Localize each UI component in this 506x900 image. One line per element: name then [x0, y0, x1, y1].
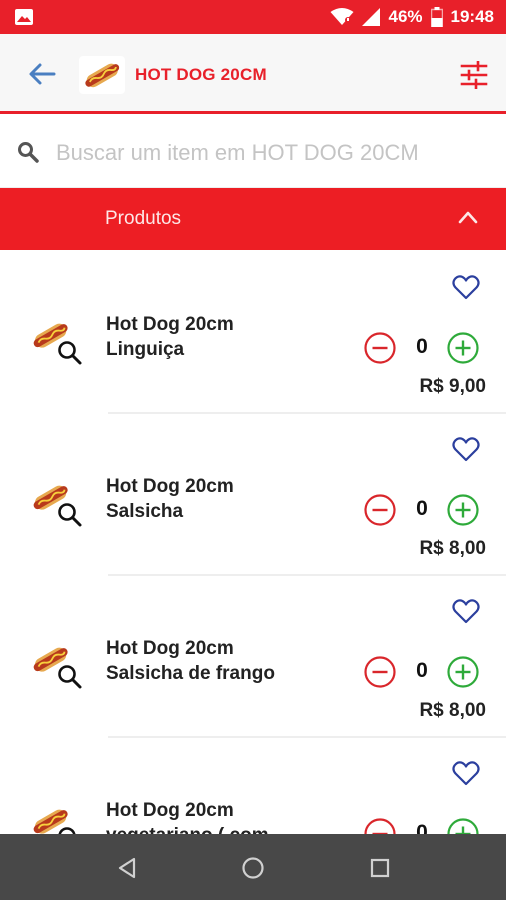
category-thumbnail [79, 56, 125, 94]
product-list[interactable]: Hot Dog 20cm Linguiça 0 R$ 9,00 Hot Dog … [0, 252, 506, 834]
product-name: Hot Dog 20cm Salsicha de frango [106, 636, 346, 686]
square-recent-icon[interactable] [368, 856, 392, 880]
search-input[interactable] [56, 133, 496, 173]
status-bar: 46% 19:48 [0, 0, 506, 34]
product-item[interactable]: Hot Dog 20cm Salsicha de frango 0 R$ 8,0… [0, 576, 506, 738]
product-price: R$ 8,00 [419, 700, 486, 721]
plus-circle-icon[interactable] [447, 332, 479, 364]
product-name-line1: Hot Dog 20cm [106, 476, 234, 497]
plus-circle-icon[interactable] [447, 494, 479, 526]
search-bar [0, 117, 506, 188]
quantity-value: 0 [416, 335, 428, 358]
battery-icon [430, 7, 443, 27]
minus-circle-icon[interactable] [364, 494, 396, 526]
product-name: Hot Dog 20cm vegetariano ( com [106, 798, 346, 834]
heart-outline-icon[interactable] [452, 436, 480, 462]
plus-circle-icon[interactable] [447, 656, 479, 688]
minus-circle-icon[interactable] [364, 656, 396, 688]
quantity-value: 0 [416, 497, 428, 520]
section-title: Produtos [105, 208, 182, 229]
product-zoom-icon[interactable] [30, 316, 84, 368]
battery-percent: 46% [388, 7, 423, 26]
product-name: Hot Dog 20cm Linguiça [106, 312, 346, 362]
quantity-value: 0 [416, 659, 428, 682]
heart-outline-icon[interactable] [452, 274, 480, 300]
product-item[interactable]: Hot Dog 20cm vegetariano ( com 0 [0, 738, 506, 834]
heart-outline-icon[interactable] [452, 760, 480, 786]
magnifier-icon [18, 142, 39, 163]
plus-circle-icon[interactable] [447, 818, 479, 834]
product-price: R$ 8,00 [419, 538, 486, 559]
product-name-line2: Linguiça [106, 339, 185, 360]
product-item[interactable]: Hot Dog 20cm Salsicha 0 R$ 8,00 [0, 414, 506, 576]
product-name-line1: Hot Dog 20cm [106, 638, 234, 659]
product-name-line2: vegetariano ( com [106, 823, 346, 834]
triangle-back-icon[interactable] [115, 856, 139, 880]
hot-dog-icon [85, 63, 120, 88]
sliders-icon[interactable] [460, 61, 488, 89]
minus-circle-icon[interactable] [364, 818, 396, 834]
chevron-up-icon[interactable] [458, 210, 478, 224]
product-zoom-icon[interactable] [30, 478, 84, 530]
arrow-left-icon[interactable] [28, 62, 56, 86]
product-zoom-icon[interactable] [30, 640, 84, 692]
clock: 19:48 [450, 7, 494, 26]
signal-icon [362, 8, 381, 26]
product-price: R$ 9,00 [419, 376, 486, 397]
page-title: HOT DOG 20CM [135, 65, 267, 84]
app-bar: HOT DOG 20CM [0, 34, 506, 114]
section-header-produtos[interactable]: Produtos [0, 188, 506, 250]
product-name-line2: Salsicha de frango [106, 663, 275, 684]
product-zoom-icon[interactable] [30, 802, 84, 834]
product-name-line1: Hot Dog 20cm [106, 314, 234, 335]
product-name-line2: Salsicha [106, 501, 184, 522]
system-nav-bar [0, 834, 506, 900]
heart-outline-icon[interactable] [452, 598, 480, 624]
wifi-icon [330, 8, 354, 25]
image-notification-icon [15, 9, 33, 25]
quantity-value: 0 [416, 821, 428, 834]
product-name-line1: Hot Dog 20cm [106, 800, 234, 821]
product-name: Hot Dog 20cm Salsicha [106, 474, 346, 524]
circle-home-icon[interactable] [241, 856, 265, 880]
product-item[interactable]: Hot Dog 20cm Linguiça 0 R$ 9,00 [0, 252, 506, 414]
minus-circle-icon[interactable] [364, 332, 396, 364]
